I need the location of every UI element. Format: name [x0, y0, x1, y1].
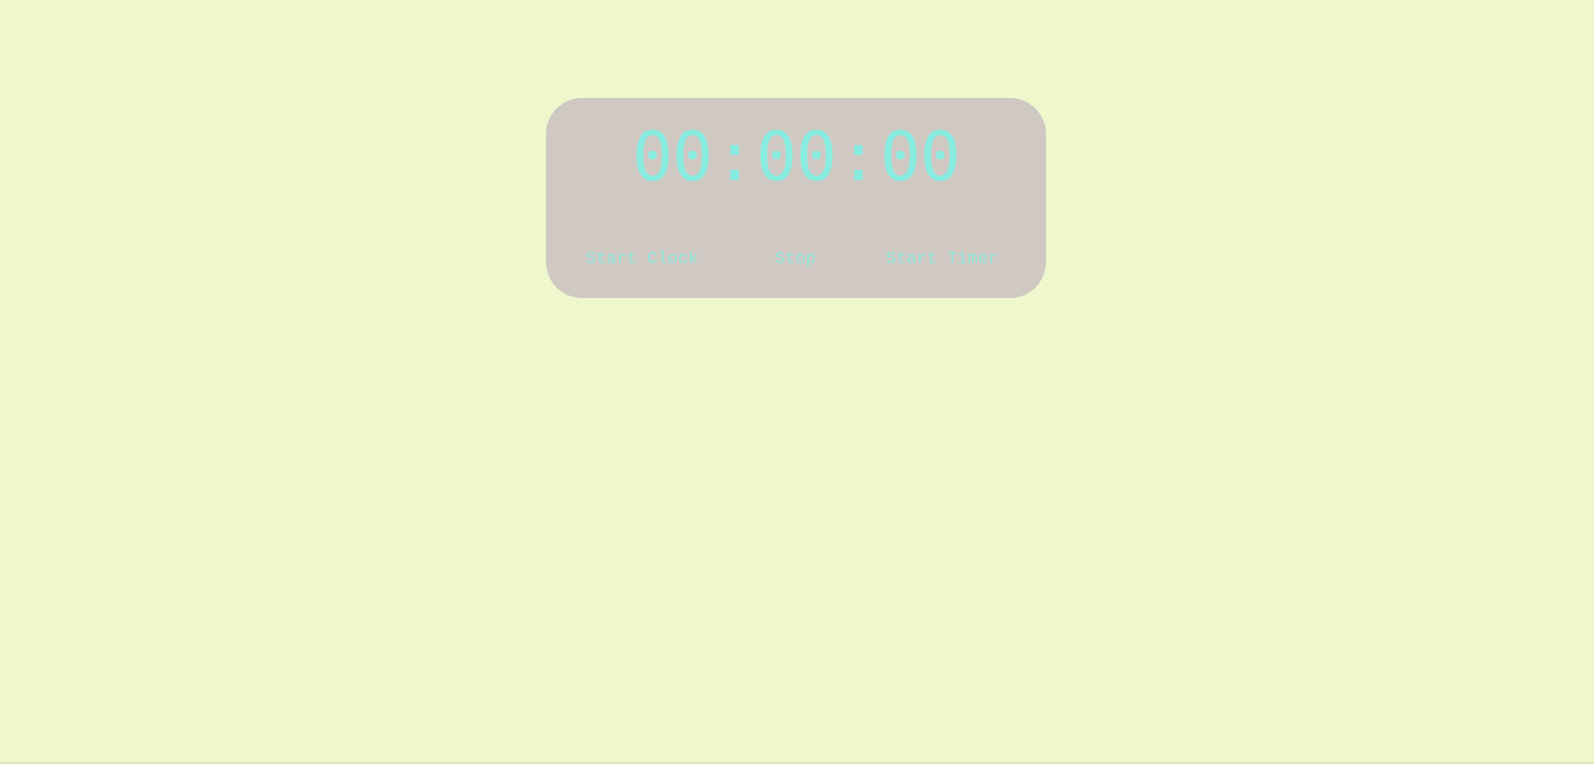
- start-timer-button[interactable]: Start Timer: [886, 250, 998, 270]
- time-separator: :: [837, 118, 879, 197]
- start-clock-button[interactable]: Start Clock: [586, 250, 698, 270]
- clock-panel: 00:00:00 Start Clock Stop Start Timer: [546, 98, 1046, 298]
- time-display: 00:00:00: [546, 116, 1046, 200]
- hours-digits: 00: [632, 118, 713, 197]
- seconds-digits: 00: [879, 118, 961, 197]
- time-separator: :: [714, 118, 755, 197]
- stop-button[interactable]: Stop: [775, 250, 816, 270]
- minutes-digits: 00: [756, 118, 837, 197]
